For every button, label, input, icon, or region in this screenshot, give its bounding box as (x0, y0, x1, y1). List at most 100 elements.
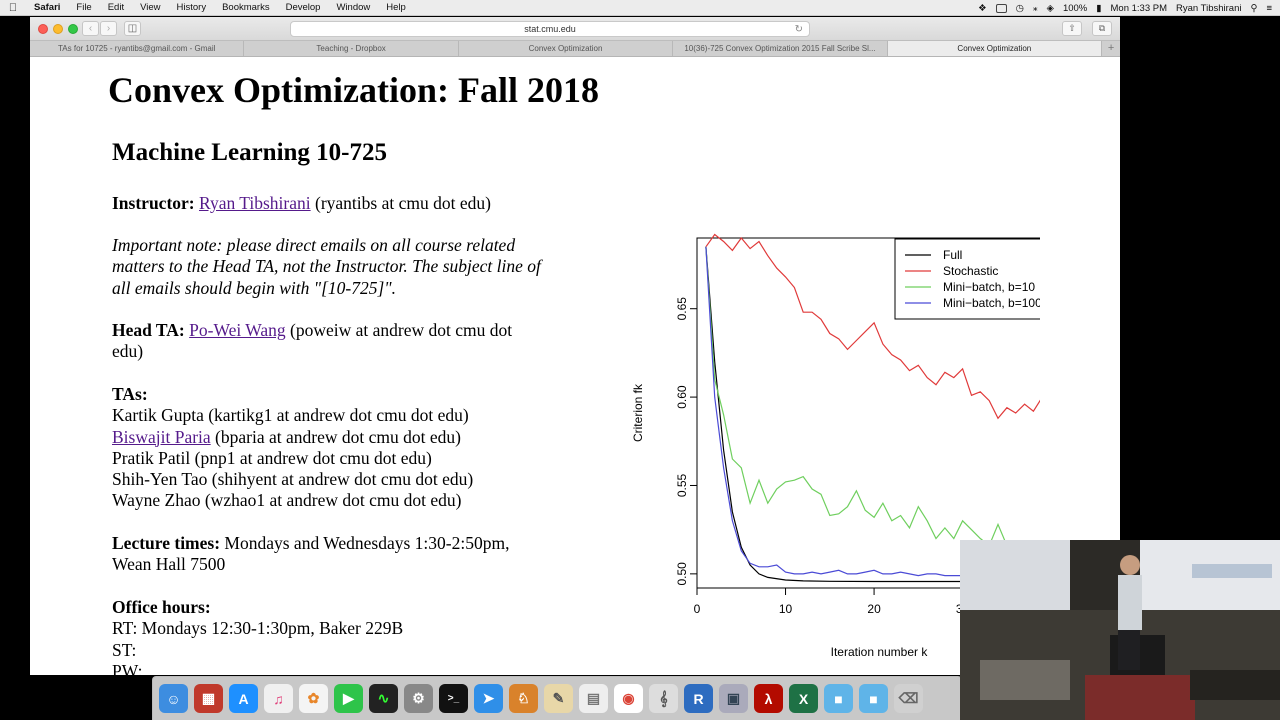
r-icon[interactable]: R (684, 684, 713, 713)
minimize-window-button[interactable] (53, 24, 63, 34)
game-icon[interactable]: ♘ (509, 684, 538, 713)
page-title: Convex Optimization: Fall 2018 (108, 70, 599, 110)
x-tick-label: 20 (867, 602, 881, 616)
note-line: all emails should begin with "[10-725]". (112, 277, 397, 298)
ta-name: Kartik Gupta (112, 405, 204, 426)
script-editor-icon[interactable]: ✎ (544, 684, 573, 713)
back-button[interactable]: ‹ (82, 21, 99, 36)
lecture-section: Lecture times: Mondays and Wednesdays 1:… (112, 533, 509, 576)
ta-name: Pratik Patil (112, 447, 191, 468)
tas-section: TAs: Kartik Gupta (kartikg1 at andrew do… (112, 384, 473, 512)
y-tick-label: 0.65 (675, 297, 689, 321)
share-icon[interactable]: ⇧ (1062, 21, 1082, 36)
clock[interactable]: Mon 1:33 PM (1111, 3, 1168, 14)
legend-label: Mini−batch, b=10 (943, 280, 1035, 294)
course-subtitle: Machine Learning 10-725 (112, 139, 387, 166)
ta-row: Shih-Yen Tao (shihyent at andrew dot cmu… (112, 469, 473, 490)
battery-icon[interactable]: ▮ (1096, 3, 1101, 14)
dropbox-icon[interactable]: ❖ (978, 3, 987, 14)
close-window-button[interactable] (38, 24, 48, 34)
ta-email: (bparia at andrew dot cmu dot edu) (215, 426, 461, 447)
note-line: matters to the Head TA, not the Instruct… (112, 256, 541, 277)
app-store-icon[interactable]: A (229, 684, 258, 713)
note-line: Important note: please direct emails on … (112, 235, 516, 255)
tab-convex-optimization-active[interactable]: Convex Optimization (887, 41, 1103, 56)
display-icon[interactable] (995, 3, 1007, 13)
ta-email: (kartikg1 at andrew dot cmu dot edu) (208, 405, 469, 426)
head-ta-label: Head TA: (112, 320, 185, 340)
facetime-icon[interactable]: ▶ (334, 684, 363, 713)
menu-edit[interactable]: Edit (100, 2, 132, 13)
user-name[interactable]: Ryan Tibshirani (1176, 3, 1241, 14)
notification-center-icon[interactable]: ≡ (1266, 3, 1272, 14)
wifi-icon[interactable]: ◈ (1047, 3, 1054, 14)
ta-email: (wzhao1 at andrew dot cmu dot edu) (204, 490, 462, 511)
forward-button[interactable]: › (100, 21, 117, 36)
instructor-link[interactable]: Ryan Tibshirani (199, 193, 311, 213)
tab-dropbox[interactable]: Teaching - Dropbox (244, 41, 459, 56)
ta-email: (shihyent at andrew dot cmu dot edu) (211, 469, 474, 490)
ta-email: (pnp1 at andrew dot cmu dot edu) (194, 447, 432, 468)
head-ta-email: (poweiw at andrew dot cmu dot (290, 320, 513, 340)
new-tab-button[interactable]: + (1102, 41, 1120, 56)
folder-icon[interactable]: ■ (824, 684, 853, 713)
legend-label: Stochastic (943, 264, 998, 278)
menu-bar:  Safari File Edit View History Bookmark… (0, 0, 1280, 16)
safari-icon[interactable]: ➤ (474, 684, 503, 713)
office-hours-line: ST: (112, 639, 137, 660)
office-hours-section: Office hours: RT: Mondays 12:30-1:30pm, … (112, 597, 403, 675)
reload-icon[interactable]: ↻ (795, 23, 803, 37)
chrome-icon[interactable]: ◉ (614, 684, 643, 713)
terminal-icon[interactable]: >_ (439, 684, 468, 713)
acrobat-icon[interactable]: λ (754, 684, 783, 713)
menu-bookmarks[interactable]: Bookmarks (214, 2, 278, 13)
head-ta-email-cont: edu) (112, 341, 144, 362)
tab-convex-optimization[interactable]: Convex Optimization (459, 41, 674, 56)
time-machine-icon[interactable]: ◷ (1016, 3, 1024, 14)
menu-safari[interactable]: Safari (26, 2, 68, 13)
ta-row: Kartik Gupta (kartikg1 at andrew dot cmu… (112, 405, 473, 426)
menu-help[interactable]: Help (378, 2, 414, 13)
activity-monitor-icon[interactable]: ∿ (369, 684, 398, 713)
dock: ☺ ▦ A ♫ ✿ ▶ ∿ ⚙ >_ ➤ ♘ ✎ ▤ ◉ 𝄞 R ▣ λ X ■… (152, 676, 962, 720)
system-preferences-icon[interactable]: ⚙ (404, 684, 433, 713)
instructor-line: Instructor: Ryan Tibshirani (ryantibs at… (112, 193, 491, 214)
sidebar-icon[interactable]: ◫ (124, 21, 141, 36)
music-score-icon[interactable]: 𝄞 (649, 684, 678, 713)
photos-icon[interactable]: ✿ (299, 684, 328, 713)
menu-develop[interactable]: Develop (278, 2, 329, 13)
office-hours-line: RT: Mondays 12:30-1:30pm, Baker 229B (112, 618, 404, 639)
bluetooth-icon[interactable]: ⁎ (1033, 3, 1038, 14)
y-tick-label: 0.50 (675, 562, 689, 586)
itunes-icon[interactable]: ♫ (264, 684, 293, 713)
apple-menu-icon[interactable]:  (0, 2, 26, 14)
ta-row: Wayne Zhao (wzhao1 at andrew dot cmu dot… (112, 490, 473, 511)
menu-history[interactable]: History (169, 2, 215, 13)
menu-file[interactable]: File (68, 2, 99, 13)
excel-icon[interactable]: X (789, 684, 818, 713)
lecturer-video-frame (960, 540, 1280, 720)
instructor-email: (ryantibs at cmu dot edu) (315, 193, 491, 213)
calendar-icon[interactable]: ▦ (194, 684, 223, 713)
menu-window[interactable]: Window (328, 2, 378, 13)
tab-bar: TAs for 10725 - ryantibs@gmail.com - Gma… (30, 41, 1120, 57)
webcam-video-overlay (960, 540, 1280, 720)
text-editor-icon[interactable]: ▤ (579, 684, 608, 713)
browser-toolbar: ‹ › ◫ stat.cmu.edu ↻ ⇧ ⧉ (30, 17, 1120, 41)
folder-icon[interactable]: ■ (859, 684, 888, 713)
preview-icon[interactable]: ▣ (719, 684, 748, 713)
address-bar[interactable]: stat.cmu.edu ↻ (290, 21, 810, 37)
ta-name-link[interactable]: Biswajit Paria (112, 427, 211, 447)
tabs-overview-icon[interactable]: ⧉ (1092, 21, 1112, 36)
zoom-window-button[interactable] (68, 24, 78, 34)
menu-view[interactable]: View (132, 2, 168, 13)
trash-icon[interactable]: ⌫ (894, 684, 923, 713)
battery-percent[interactable]: 100% (1063, 3, 1087, 14)
tab-scribe-slides[interactable]: 10(36)-725 Convex Optimization 2015 Fall… (673, 41, 888, 56)
head-ta-link[interactable]: Po-Wei Wang (189, 320, 286, 340)
spotlight-icon[interactable]: ⚲ (1250, 3, 1257, 14)
x-tick-label: 10 (779, 602, 793, 616)
tab-gmail[interactable]: TAs for 10725 - ryantibs@gmail.com - Gma… (30, 41, 245, 56)
finder-icon[interactable]: ☺ (159, 684, 188, 713)
x-axis-label: Iteration number k (831, 645, 929, 659)
